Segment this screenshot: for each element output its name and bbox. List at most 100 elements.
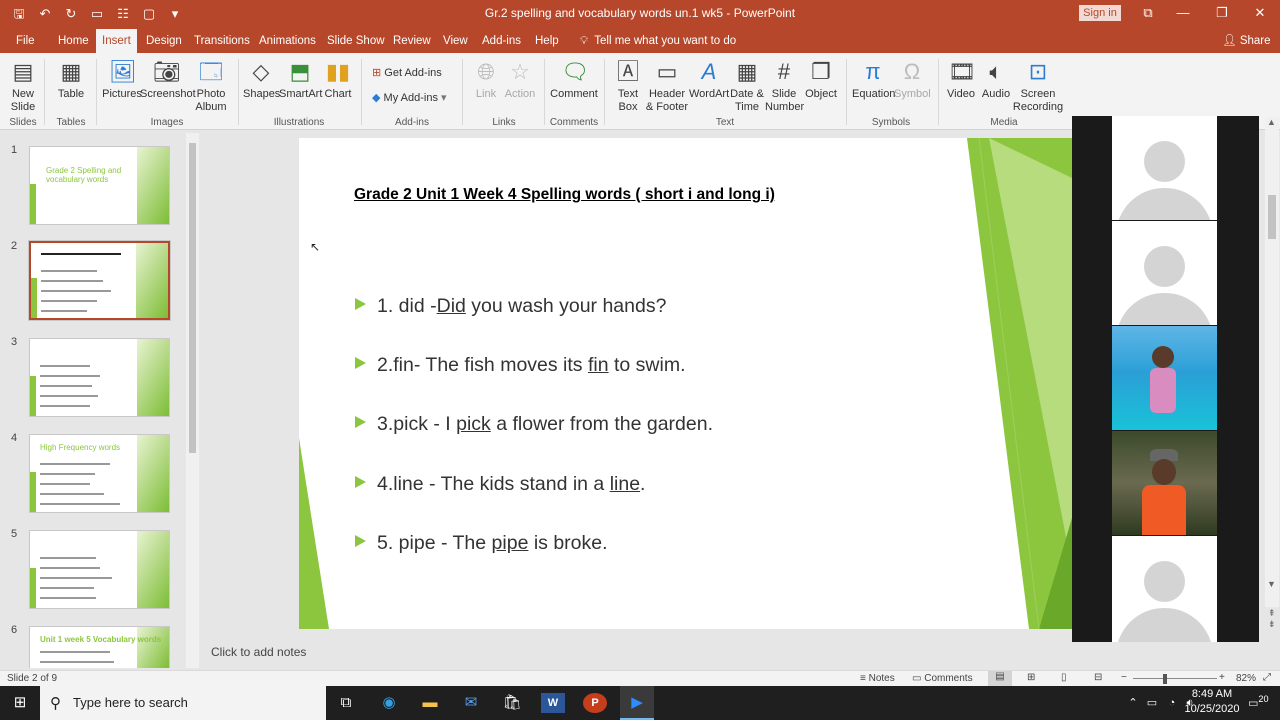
tab-insert[interactable]: Insert — [96, 29, 137, 53]
normal-view-button[interactable]: ▤ — [988, 671, 1012, 686]
my-add-ins-button[interactable]: ◆ My Add-ins ▾ — [372, 90, 447, 106]
symbol-button[interactable]: Ω Symbol — [894, 59, 931, 101]
comment-button[interactable]: 🗨︎ Comment — [550, 59, 598, 101]
zoom-app-icon[interactable]: ▶ — [620, 686, 654, 720]
clock-date[interactable]: 10/25/2020 — [1182, 703, 1242, 715]
table-button[interactable]: ▦ Table — [52, 59, 90, 101]
date-time-button[interactable]: ▦ Date & Time — [729, 59, 765, 114]
scrollbar-thumb[interactable] — [189, 143, 196, 453]
zoom-out-button[interactable]: − — [1121, 672, 1127, 683]
slide-thumbnail-5[interactable] — [29, 530, 170, 609]
wordart-button[interactable]: A WordArt — [689, 59, 729, 101]
slide-sorter-button[interactable]: ⊞ — [1027, 672, 1035, 683]
tell-me-search[interactable]: 💡︎ Tell me what you want to do — [574, 29, 742, 53]
powerpoint-app-icon[interactable]: P — [583, 693, 607, 713]
slide-thumbnail-6[interactable]: Unit 1 week 5 Vocabulary words — [29, 626, 170, 668]
zoom-in-button[interactable]: + — [1219, 672, 1225, 683]
tab-view[interactable]: View — [437, 29, 474, 53]
participant-video-pool[interactable] — [1112, 326, 1217, 430]
zoom-slider-thumb[interactable] — [1163, 674, 1167, 684]
word-app-icon[interactable]: W — [541, 693, 565, 713]
notes-placeholder[interactable]: Click to add notes — [211, 645, 306, 659]
slide-title[interactable]: Grade 2 Unit 1 Week 4 Spelling words ( s… — [354, 186, 775, 204]
shapes-icon: ◇ — [252, 59, 270, 84]
participant-tile[interactable] — [1112, 221, 1217, 325]
screenshot-button[interactable]: 📷︎ Screenshot — [140, 59, 196, 101]
tab-transitions[interactable]: Transitions — [188, 29, 256, 53]
tab-review[interactable]: Review — [387, 29, 437, 53]
tab-file[interactable]: File — [10, 29, 41, 53]
restore-button[interactable]: ❐ — [1207, 4, 1237, 22]
participant-body — [1150, 368, 1176, 413]
action-center-icon[interactable]: ▭20 — [1248, 694, 1269, 710]
photo-album-button[interactable]: 🗔 Photo Album — [190, 59, 232, 114]
participant-tile[interactable] — [1112, 536, 1217, 642]
scroll-up-icon[interactable]: ▲ — [1267, 117, 1276, 127]
thumbnail-scrollbar[interactable] — [186, 133, 199, 668]
screen-recording-label: Screen Recording — [1012, 88, 1064, 113]
store-icon[interactable]: 🛍︎ — [500, 693, 524, 713]
notes-toggle[interactable]: ≡ Notes — [860, 673, 895, 684]
zoom-level[interactable]: 82% — [1236, 673, 1256, 684]
tab-design[interactable]: Design — [140, 29, 188, 53]
chart-button[interactable]: ▮▮ Chart — [323, 59, 353, 101]
taskbar-search-box[interactable]: ⚲ Type here to search — [40, 686, 326, 720]
scrollbar-thumb[interactable] — [1268, 195, 1276, 239]
get-add-ins-button[interactable]: ⊞ Get Add-ins — [372, 65, 442, 81]
windows-start-icon[interactable]: ⊞ — [8, 693, 32, 713]
link-button[interactable]: 🌐︎ Link — [470, 59, 502, 101]
screen-recording-button[interactable]: ⊡ Screen Recording — [1012, 59, 1064, 114]
text-box-button[interactable]: 🄰 Text Box — [611, 59, 645, 114]
participant-video-outdoor[interactable] — [1112, 431, 1217, 535]
slide-thumbnail-4[interactable]: High Frequency words — [29, 434, 170, 513]
shapes-button[interactable]: ◇ Shapes — [243, 59, 280, 101]
tab-animations[interactable]: Animations — [253, 29, 322, 53]
video-participants-panel — [1072, 116, 1259, 642]
close-button[interactable]: ✕ — [1245, 4, 1275, 22]
file-explorer-icon[interactable]: ▬ — [418, 693, 442, 713]
tab-home[interactable]: Home — [52, 29, 95, 53]
page-nav-icons[interactable]: ⇞ ⇟ — [1268, 608, 1276, 630]
tab-slide-show[interactable]: Slide Show — [321, 29, 391, 53]
equation-button[interactable]: π Equation — [852, 59, 895, 101]
header-footer-button[interactable]: ▭ Header & Footer — [645, 59, 689, 114]
bullet-item[interactable]: 2.fin- The fish moves its fin to swim. — [355, 354, 686, 377]
task-view-icon[interactable]: ⧉ — [334, 693, 358, 713]
mail-icon[interactable]: ✉ — [459, 693, 483, 713]
fit-to-window-icon[interactable]: ⤢ — [1263, 672, 1271, 683]
zoom-slider-track[interactable] — [1133, 678, 1217, 679]
reading-view-button[interactable]: ▯ — [1061, 672, 1067, 683]
bullet-item[interactable]: 4.line - The kids stand in a line. — [355, 473, 645, 496]
bullet-item[interactable]: 5. pipe - The pipe is broke. — [355, 532, 608, 555]
scroll-down-icon[interactable]: ▼ — [1267, 579, 1276, 589]
tab-add-ins[interactable]: Add-ins — [476, 29, 527, 53]
ribbon-display-options-icon[interactable]: ⧉ — [1133, 4, 1163, 22]
bullet-text: is broke. — [528, 532, 608, 554]
slide-canvas[interactable]: Grade 2 Unit 1 Week 4 Spelling words ( s… — [299, 138, 1072, 629]
tab-help[interactable]: Help — [529, 29, 565, 53]
slide-number-button[interactable]: # Slide Number — [765, 59, 804, 114]
notes-pane[interactable]: Click to add notes — [202, 640, 1072, 670]
comments-toggle[interactable]: ▭ Comments — [912, 673, 973, 684]
slide-thumbnail-1[interactable]: Grade 2 Spelling and vocabulary words — [29, 146, 170, 225]
bullet-item[interactable]: 3.pick - I pick a flower from the garden… — [355, 413, 713, 436]
bullet-item[interactable]: 1. did -Did you wash your hands? — [355, 295, 666, 318]
editor-scrollbar[interactable]: ▲ ▼ — [1265, 117, 1279, 607]
new-slide-button[interactable]: ▤ New Slide — [5, 59, 41, 114]
participant-tile[interactable] — [1112, 116, 1217, 220]
slide-show-button[interactable]: ⊟ — [1094, 672, 1102, 683]
object-button[interactable]: ❐ Object — [803, 59, 839, 101]
clock-time[interactable]: 8:49 AM — [1182, 688, 1242, 700]
minimize-button[interactable]: — — [1168, 4, 1198, 22]
sign-in-button[interactable]: Sign in — [1079, 5, 1121, 21]
slide-thumbnail-3[interactable] — [29, 338, 170, 417]
video-button[interactable]: 🎞︎ Video — [944, 59, 978, 101]
action-button[interactable]: ☆ Action — [502, 59, 538, 101]
share-button[interactable]: 👤︎ Share — [1216, 29, 1277, 53]
pictures-button[interactable]: 🖼︎ Pictures — [102, 59, 142, 101]
slide-thumbnail-2[interactable] — [28, 240, 171, 321]
audio-button[interactable]: 🔈︎ Audio — [980, 59, 1012, 101]
smartart-button[interactable]: ⬒ SmartArt — [279, 59, 322, 101]
thumbnail-text-line — [40, 577, 112, 579]
edge-browser-icon[interactable]: ◉ — [377, 693, 401, 713]
